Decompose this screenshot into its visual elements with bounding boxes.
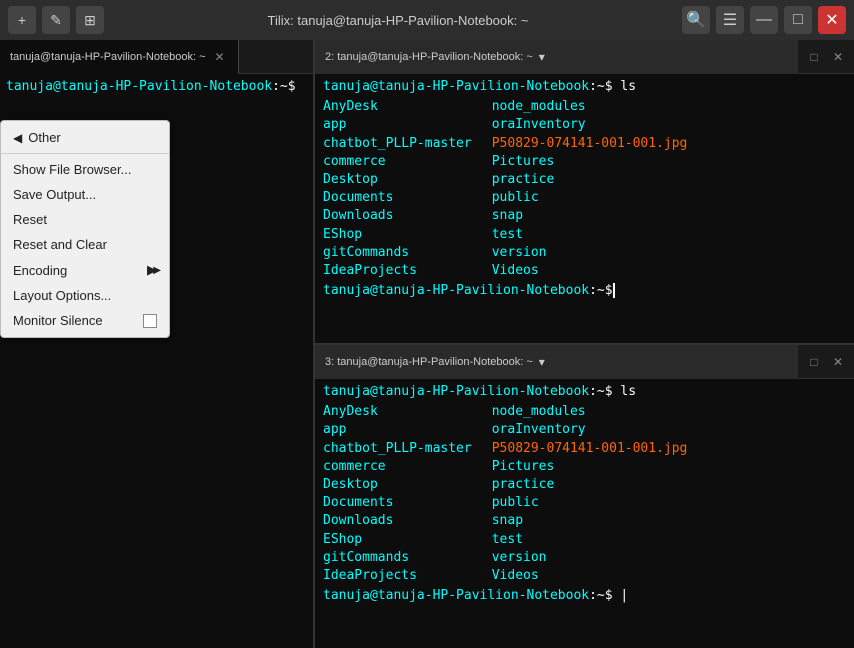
left-tab-1[interactable]: tanuja@tanuja-HP-Pavilion-Notebook: ~ ✕	[0, 40, 239, 74]
menu-item-layout-options[interactable]: Layout Options...	[1, 283, 169, 308]
right-top-col2: node_modules oraInventory P50829-074141-…	[492, 98, 688, 280]
new-terminal-button[interactable]: ⊞	[76, 6, 104, 34]
right-top-prompt-line: tanuja@tanuja-HP-Pavilion-Notebook:~$ ls	[323, 78, 846, 96]
right-bottom-terminal[interactable]: tanuja@tanuja-HP-Pavilion-Notebook:~$ ls…	[315, 379, 854, 648]
menu-item-encoding[interactable]: Encoding ▶	[1, 257, 169, 283]
main-area: tanuja@tanuja-HP-Pavilion-Notebook: ~ ✕ …	[0, 40, 854, 648]
window-controls: 🔍 ☰ — □ ✕	[682, 6, 846, 34]
right-top-prompt: tanuja@tanuja-HP-Pavilion-Notebook	[323, 79, 589, 94]
monitor-silence-checkbox[interactable]	[143, 314, 157, 328]
right-top-terminal[interactable]: tanuja@tanuja-HP-Pavilion-Notebook:~$ ls…	[315, 74, 854, 343]
right-bottom-col2: node_modules oraInventory P50829-074141-…	[492, 403, 688, 585]
right-top-prompt-end: tanuja@tanuja-HP-Pavilion-Notebook:~$	[323, 282, 846, 300]
right-top-file-list: AnyDesk app chatbot_PLLP-master commerce…	[323, 98, 846, 280]
right-bottom-maximize-button[interactable]: □	[804, 352, 824, 372]
back-arrow-icon: ◀	[13, 131, 22, 145]
left-prompt-dollar: :~$	[272, 79, 295, 94]
right-top-tab-dropdown-icon: ▾	[539, 50, 545, 64]
right-top-pane: 2: tanuja@tanuja-HP-Pavilion-Notebook: ~…	[315, 40, 854, 345]
right-bottom-col1: AnyDesk app chatbot_PLLP-master commerce…	[323, 403, 472, 585]
right-bottom-file-list: AnyDesk app chatbot_PLLP-master commerce…	[323, 403, 846, 585]
right-pane: 2: tanuja@tanuja-HP-Pavilion-Notebook: ~…	[315, 40, 854, 648]
title-bar: + ✎ ⊞ Tilix: tanuja@tanuja-HP-Pavilion-N…	[0, 0, 854, 40]
right-bottom-tab-label: 3: tanuja@tanuja-HP-Pavilion-Notebook: ~	[325, 356, 533, 368]
menu-button[interactable]: ☰	[716, 6, 744, 34]
menu-item-reset[interactable]: Reset	[1, 207, 169, 232]
menu-item-reset-and-clear[interactable]: Reset and Clear	[1, 232, 169, 257]
menu-item-reset-label: Reset	[13, 212, 47, 227]
left-prompt: tanuja@tanuja-HP-Pavilion-Notebook	[6, 79, 272, 94]
left-tab-close[interactable]: ✕	[212, 49, 228, 65]
submenu-arrow-icon: ▶	[147, 262, 157, 278]
menu-item-show-file-browser[interactable]: Show File Browser...	[1, 157, 169, 182]
menu-item-layout-options-label: Layout Options...	[13, 288, 111, 303]
window-title: Tilix: tanuja@tanuja-HP-Pavilion-Noteboo…	[114, 13, 682, 28]
menu-item-save-output[interactable]: Save Output...	[1, 182, 169, 207]
right-bottom-tab-bar: 3: tanuja@tanuja-HP-Pavilion-Notebook: ~…	[315, 345, 854, 379]
search-button[interactable]: 🔍	[682, 6, 710, 34]
right-top-tab-controls: □ ✕	[798, 47, 854, 67]
menu-item-monitor-silence[interactable]: Monitor Silence	[1, 308, 169, 333]
left-tab-bar: tanuja@tanuja-HP-Pavilion-Notebook: ~ ✕	[0, 40, 313, 74]
menu-item-encoding-label: Encoding	[13, 263, 67, 278]
menu-item-back-label: Other	[28, 130, 61, 145]
right-bottom-prompt-line: tanuja@tanuja-HP-Pavilion-Notebook:~$ ls	[323, 383, 846, 401]
right-bottom-tab-dropdown-icon: ▾	[539, 355, 545, 369]
menu-item-back[interactable]: ◀ Other	[1, 125, 169, 150]
right-bottom-tab[interactable]: 3: tanuja@tanuja-HP-Pavilion-Notebook: ~…	[315, 345, 798, 379]
menu-item-reset-and-clear-label: Reset and Clear	[13, 237, 107, 252]
menu-item-monitor-silence-label: Monitor Silence	[13, 313, 103, 328]
right-bottom-tab-controls: □ ✕	[798, 352, 854, 372]
right-bottom-prompt-end: tanuja@tanuja-HP-Pavilion-Notebook:~$ |	[323, 587, 846, 605]
menu-item-show-file-browser-label: Show File Browser...	[13, 162, 132, 177]
close-button[interactable]: ✕	[818, 6, 846, 34]
right-top-col1: AnyDesk app chatbot_PLLP-master commerce…	[323, 98, 472, 280]
new-window-button[interactable]: +	[8, 6, 36, 34]
right-bottom-close-button[interactable]: ✕	[828, 352, 848, 372]
left-tab-label: tanuja@tanuja-HP-Pavilion-Notebook: ~	[10, 51, 206, 63]
right-top-tab[interactable]: 2: tanuja@tanuja-HP-Pavilion-Notebook: ~…	[315, 40, 798, 74]
context-menu: ◀ Other Show File Browser... Save Output…	[0, 120, 170, 338]
minimize-button[interactable]: —	[750, 6, 778, 34]
maximize-button[interactable]: □	[784, 6, 812, 34]
right-top-close-button[interactable]: ✕	[828, 47, 848, 67]
title-bar-buttons: + ✎ ⊞	[8, 6, 104, 34]
right-top-tab-label: 2: tanuja@tanuja-HP-Pavilion-Notebook: ~	[325, 51, 533, 63]
right-top-maximize-button[interactable]: □	[804, 47, 824, 67]
rename-button[interactable]: ✎	[42, 6, 70, 34]
menu-item-save-output-label: Save Output...	[13, 187, 96, 202]
right-top-tab-bar: 2: tanuja@tanuja-HP-Pavilion-Notebook: ~…	[315, 40, 854, 74]
menu-divider-1	[1, 153, 169, 154]
right-bottom-pane: 3: tanuja@tanuja-HP-Pavilion-Notebook: ~…	[315, 345, 854, 648]
